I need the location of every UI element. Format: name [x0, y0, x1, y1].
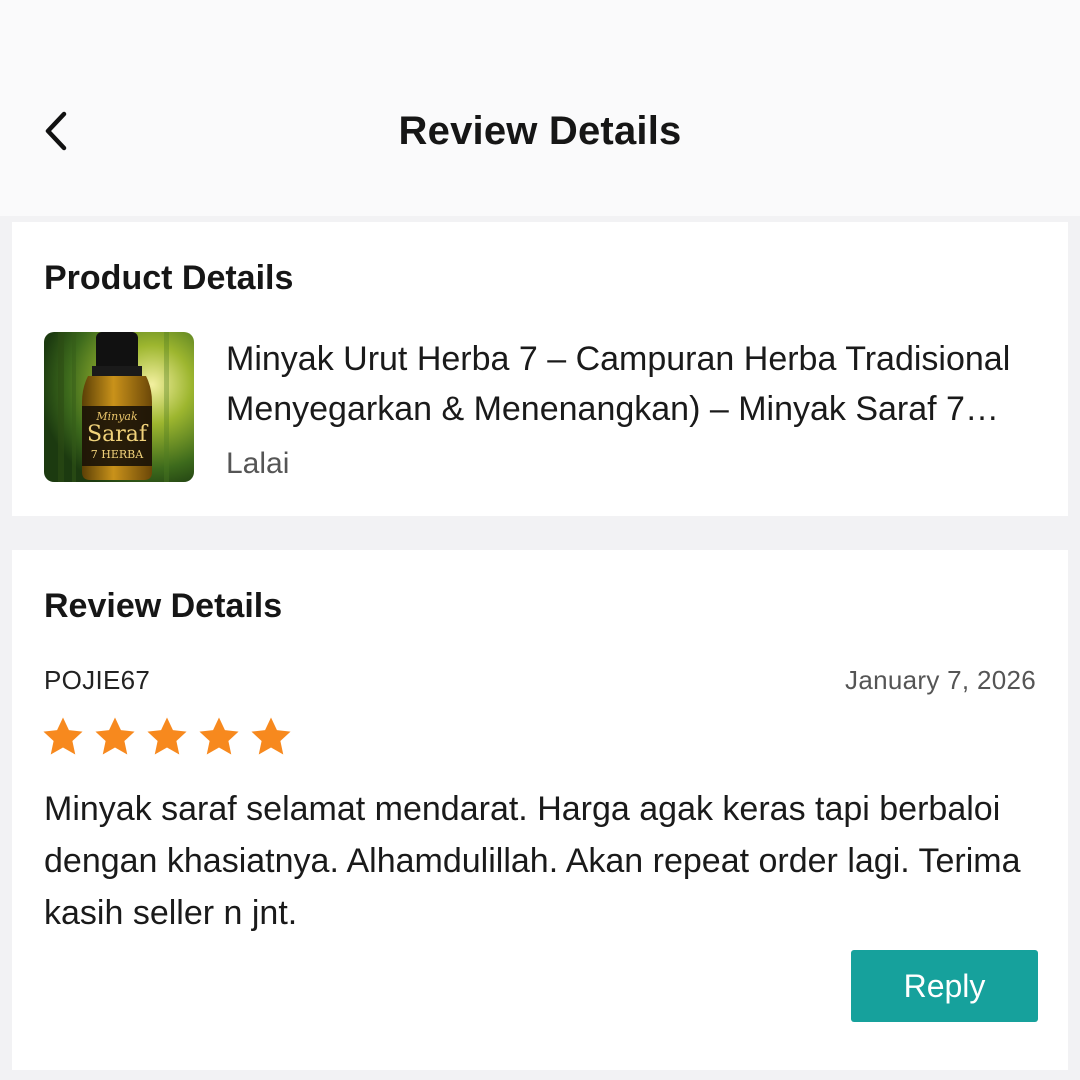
- svg-text:Saraf: Saraf: [87, 422, 149, 447]
- star-icon: [251, 717, 291, 755]
- reply-button[interactable]: Reply: [851, 950, 1038, 1022]
- star-rating: [40, 714, 294, 760]
- product-image[interactable]: Minyak Saraf 7 HERBA: [44, 332, 194, 482]
- review-section-title: Review Details: [44, 587, 283, 625]
- product-section-title: Product Details: [44, 259, 294, 297]
- review-details-card: Review Details POJIE67 January 7, 2026 M…: [12, 550, 1068, 1070]
- star-icon: [199, 717, 239, 755]
- product-bottle-image: Minyak Saraf 7 HERBA: [44, 332, 194, 482]
- product-name[interactable]: Minyak Urut Herba 7 – Campuran Herba Tra…: [226, 334, 1026, 434]
- review-text: Minyak saraf selamat mendarat. Harga aga…: [44, 790, 1021, 932]
- product-variant: Lalai: [226, 447, 290, 480]
- star-icon: [95, 717, 135, 755]
- svg-text:7 HERBA: 7 HERBA: [91, 448, 144, 461]
- page-title: Review Details: [398, 109, 682, 153]
- review-date: January 7, 2026: [845, 665, 1036, 695]
- top-bar: Review Details: [0, 0, 1080, 216]
- star-icon: [43, 717, 83, 755]
- reviewer-name: POJIE67: [44, 665, 151, 695]
- product-details-card: Product Details Minyak Saraf 7 HERBA Min…: [12, 222, 1068, 516]
- star-icon: [147, 717, 187, 755]
